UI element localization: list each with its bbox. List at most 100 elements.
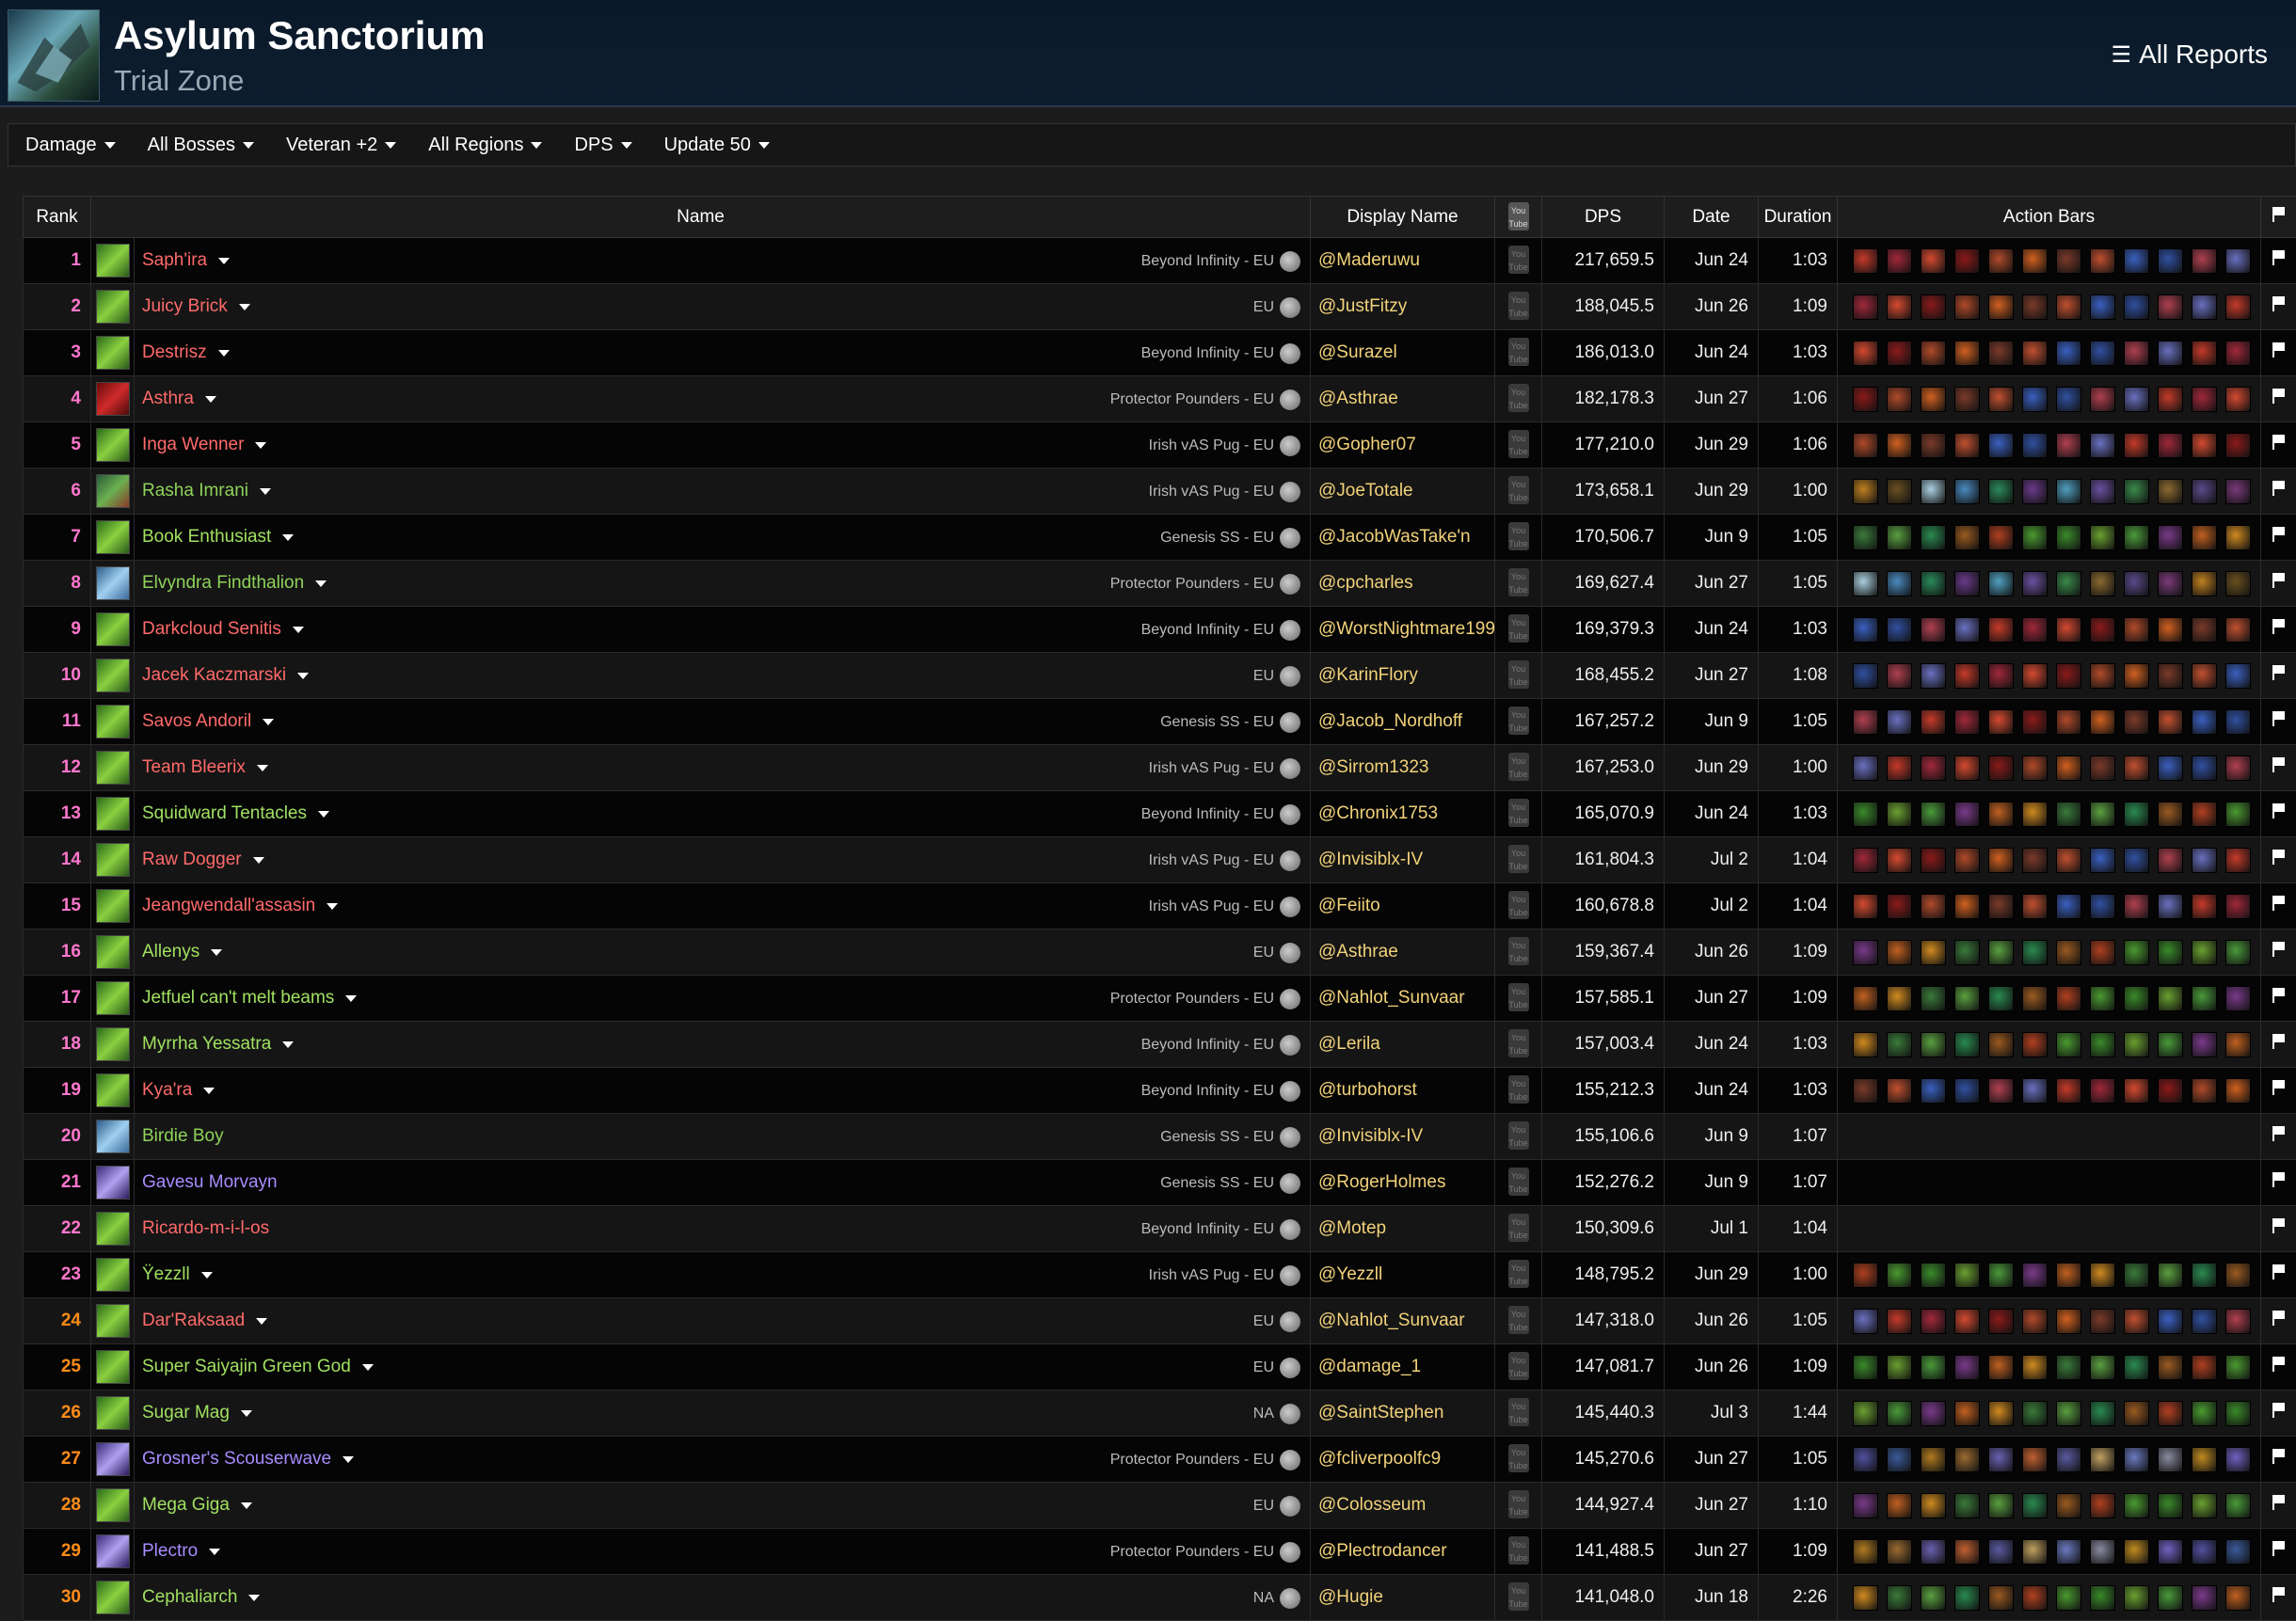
table-row[interactable]: 13 Squidward Tentacles Beyond Infinity -… (24, 791, 2296, 837)
caret-down-icon[interactable] (205, 396, 216, 403)
caret-down-icon[interactable] (282, 534, 294, 541)
player-name-link[interactable]: Gavesu Morvayn (142, 1172, 278, 1193)
caret-down-icon[interactable] (239, 304, 250, 310)
filter-dropdown-3[interactable]: All Regions (428, 135, 542, 156)
caret-down-icon[interactable] (315, 580, 327, 587)
table-row[interactable]: 7 Book Enthusiast Genesis SS - EU @Jacob… (24, 515, 2296, 561)
youtube-cell[interactable]: YouTube (1495, 330, 1542, 376)
col-name[interactable]: Name (91, 197, 1311, 238)
youtube-cell[interactable]: YouTube (1495, 376, 1542, 422)
player-name-link[interactable]: Jeangwendall'assasin (142, 896, 338, 916)
youtube-cell[interactable]: YouTube (1495, 561, 1542, 607)
caret-down-icon[interactable] (241, 1502, 252, 1509)
player-name-link[interactable]: Rasha Imrani (142, 481, 271, 501)
caret-down-icon[interactable] (297, 673, 309, 679)
youtube-cell[interactable]: YouTube (1495, 1022, 1542, 1068)
display-name[interactable]: @Asthrae (1311, 376, 1495, 422)
flag-cell[interactable] (2261, 837, 2296, 883)
caret-down-icon[interactable] (256, 1318, 267, 1325)
caret-down-icon[interactable] (345, 995, 357, 1002)
col-display-name[interactable]: Display Name (1311, 197, 1495, 238)
table-row[interactable]: 12 Team Bleerix Irish vAS Pug - EU @Sirr… (24, 745, 2296, 791)
display-name[interactable]: @cpcharles (1311, 561, 1495, 607)
youtube-cell[interactable]: YouTube (1495, 699, 1542, 745)
youtube-cell[interactable]: YouTube (1495, 422, 1542, 469)
table-row[interactable]: 1 Saph'ira Beyond Infinity - EU @Maderuw… (24, 238, 2296, 284)
col-duration[interactable]: Duration (1759, 197, 1838, 238)
display-name[interactable]: @Nahlot_Sunvaar (1311, 976, 1495, 1022)
flag-cell[interactable] (2261, 1022, 2296, 1068)
display-name[interactable]: @Chronix1753 (1311, 791, 1495, 837)
filter-dropdown-0[interactable]: Damage (25, 135, 116, 156)
caret-down-icon[interactable] (343, 1456, 354, 1463)
table-row[interactable]: 27 Grosner's Scouserwave Protector Pound… (24, 1437, 2296, 1483)
player-name-link[interactable]: Saph'ira (142, 250, 230, 271)
table-row[interactable]: 26 Sugar Mag NA @SaintStephen YouTube 14… (24, 1391, 2296, 1437)
youtube-cell[interactable]: YouTube (1495, 1160, 1542, 1206)
caret-down-icon[interactable] (201, 1272, 213, 1279)
table-row[interactable]: 20 Birdie Boy Genesis SS - EU @Invisiblx… (24, 1114, 2296, 1160)
flag-cell[interactable] (2261, 791, 2296, 837)
youtube-cell[interactable]: YouTube (1495, 1575, 1542, 1621)
display-name[interactable]: @Nahlot_Sunvaar (1311, 1298, 1495, 1344)
table-row[interactable]: 25 Super Saiyajin Green God EU @damage_1… (24, 1344, 2296, 1391)
youtube-cell[interactable]: YouTube (1495, 1391, 1542, 1437)
youtube-cell[interactable]: YouTube (1495, 1252, 1542, 1298)
table-row[interactable]: 3 Destrisz Beyond Infinity - EU @Surazel… (24, 330, 2296, 376)
table-row[interactable]: 17 Jetfuel can't melt beams Protector Po… (24, 976, 2296, 1022)
caret-down-icon[interactable] (218, 350, 230, 357)
display-name[interactable]: @Surazel (1311, 330, 1495, 376)
caret-down-icon[interactable] (248, 1595, 260, 1601)
youtube-cell[interactable]: YouTube (1495, 976, 1542, 1022)
table-row[interactable]: 22 Ricardo-m-i-l-os Beyond Infinity - EU… (24, 1206, 2296, 1252)
player-name-link[interactable]: Raw Dogger (142, 850, 264, 870)
player-name-link[interactable]: Plectro (142, 1541, 220, 1562)
youtube-cell[interactable]: YouTube (1495, 238, 1542, 284)
player-name-link[interactable]: Kya'ra (142, 1080, 215, 1101)
youtube-cell[interactable]: YouTube (1495, 515, 1542, 561)
flag-cell[interactable] (2261, 883, 2296, 930)
youtube-cell[interactable]: YouTube (1495, 1483, 1542, 1529)
table-row[interactable]: 21 Gavesu Morvayn Genesis SS - EU @Roger… (24, 1160, 2296, 1206)
table-row[interactable]: 15 Jeangwendall'assasin Irish vAS Pug - … (24, 883, 2296, 930)
flag-cell[interactable] (2261, 976, 2296, 1022)
youtube-cell[interactable]: YouTube (1495, 653, 1542, 699)
flag-cell[interactable] (2261, 422, 2296, 469)
table-row[interactable]: 16 Allenys EU @Asthrae YouTube 159,367.4… (24, 930, 2296, 976)
display-name[interactable]: @Invisiblx-IV (1311, 1114, 1495, 1160)
caret-down-icon[interactable] (293, 627, 304, 633)
col-youtube[interactable]: YouTube (1495, 197, 1542, 238)
youtube-cell[interactable]: YouTube (1495, 1529, 1542, 1575)
caret-down-icon[interactable] (260, 488, 271, 495)
table-row[interactable]: 8 Elvyndra Findthalion Protector Pounder… (24, 561, 2296, 607)
flag-cell[interactable] (2261, 1529, 2296, 1575)
youtube-cell[interactable]: YouTube (1495, 1298, 1542, 1344)
player-name-link[interactable]: Myrrha Yessatra (142, 1034, 294, 1055)
youtube-cell[interactable]: YouTube (1495, 745, 1542, 791)
caret-down-icon[interactable] (362, 1364, 374, 1371)
youtube-cell[interactable]: YouTube (1495, 1344, 1542, 1391)
player-name-link[interactable]: Ÿezzll (142, 1264, 213, 1285)
flag-cell[interactable] (2261, 1068, 2296, 1114)
table-row[interactable]: 5 Inga Wenner Irish vAS Pug - EU @Gopher… (24, 422, 2296, 469)
player-name-link[interactable]: Destrisz (142, 342, 230, 363)
youtube-cell[interactable]: YouTube (1495, 284, 1542, 330)
filter-dropdown-1[interactable]: All Bosses (148, 135, 254, 156)
display-name[interactable]: @Gopher07 (1311, 422, 1495, 469)
display-name[interactable]: @Jacob_Nordhoff (1311, 699, 1495, 745)
display-name[interactable]: @Yezzll (1311, 1252, 1495, 1298)
player-name-link[interactable]: Savos Andoril (142, 711, 274, 732)
display-name[interactable]: @RogerHolmes (1311, 1160, 1495, 1206)
flag-cell[interactable] (2261, 1344, 2296, 1391)
display-name[interactable]: @Hugie (1311, 1575, 1495, 1621)
youtube-cell[interactable]: YouTube (1495, 837, 1542, 883)
display-name[interactable]: @SaintStephen (1311, 1391, 1495, 1437)
youtube-cell[interactable]: YouTube (1495, 607, 1542, 653)
display-name[interactable]: @Motep (1311, 1206, 1495, 1252)
caret-down-icon[interactable] (327, 903, 338, 910)
caret-down-icon[interactable] (211, 949, 222, 956)
flag-cell[interactable] (2261, 284, 2296, 330)
flag-cell[interactable] (2261, 1114, 2296, 1160)
caret-down-icon[interactable] (218, 258, 230, 264)
flag-cell[interactable] (2261, 699, 2296, 745)
